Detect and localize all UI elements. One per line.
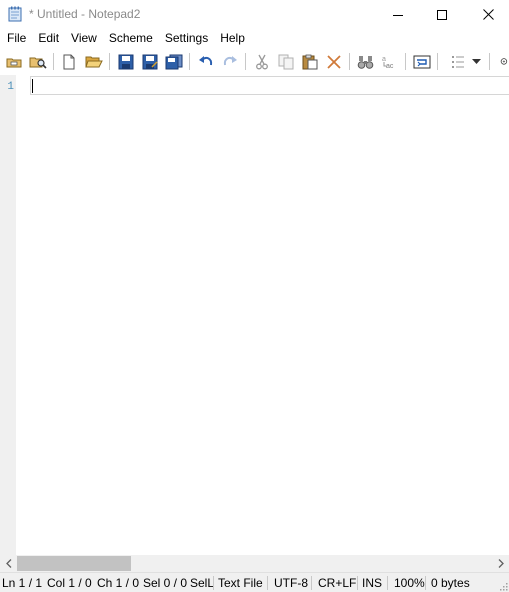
status-selection: Sel 0 / 0	[143, 576, 188, 590]
toolbar-separator	[53, 53, 54, 70]
status-selection-lines: SelL	[190, 576, 215, 590]
folder-browse-icon	[6, 58, 22, 68]
status-separator	[425, 576, 426, 590]
paste-icon	[302, 54, 318, 70]
status-char: Ch 1 / 0	[97, 576, 140, 590]
find-file-button[interactable]	[27, 51, 49, 73]
scroll-right-button[interactable]	[492, 555, 509, 572]
new-file-icon	[63, 54, 75, 70]
chevron-right-icon	[498, 559, 504, 568]
delete-button[interactable]	[323, 51, 345, 73]
binoculars-icon	[357, 56, 374, 69]
svg-text:ac: ac	[386, 63, 394, 70]
redo-button[interactable]	[219, 51, 241, 73]
status-separator	[267, 576, 268, 590]
copy-icon	[278, 54, 294, 70]
open-folder-icon	[85, 56, 103, 68]
replace-icon: a ac	[382, 56, 394, 70]
list-icon	[452, 56, 464, 68]
browse-button[interactable]	[3, 51, 25, 73]
notepad-icon	[8, 6, 22, 22]
cut-button[interactable]	[251, 51, 273, 73]
cut-icon	[256, 54, 268, 70]
resize-grip-icon[interactable]	[498, 581, 508, 591]
menu-help[interactable]: Help	[214, 29, 251, 48]
status-insert-mode[interactable]: INS	[362, 576, 382, 590]
undo-icon	[199, 56, 213, 66]
zoom-button[interactable]	[494, 51, 509, 73]
save-copy-icon	[165, 54, 183, 70]
status-bar: Ln 1 / 1 Col 1 / 0 Ch 1 / 0 Sel 0 / 0 Se…	[0, 572, 509, 592]
menu-edit[interactable]: Edit	[32, 29, 65, 48]
close-button[interactable]	[465, 0, 509, 29]
maximize-button[interactable]	[419, 0, 465, 29]
status-file-type[interactable]: Text File	[218, 576, 263, 590]
minimize-icon	[393, 14, 403, 16]
menu-file[interactable]: File	[0, 29, 32, 48]
line-number-gutter: 1	[0, 75, 16, 555]
save-icon	[118, 54, 134, 70]
toolbar-separator	[109, 53, 110, 70]
toolbar-separator	[405, 53, 406, 70]
paste-button[interactable]	[299, 51, 321, 73]
dropdown-button[interactable]	[469, 51, 483, 73]
maximize-icon	[437, 9, 447, 20]
status-separator	[311, 576, 312, 590]
open-button[interactable]	[83, 51, 105, 73]
toolbar: a ac	[0, 49, 509, 74]
save-as-icon	[142, 54, 158, 70]
scroll-left-button[interactable]	[0, 555, 17, 572]
save-button[interactable]	[115, 51, 137, 73]
view-options-button[interactable]	[447, 51, 469, 73]
window-title: * Untitled - Notepad2	[29, 7, 141, 21]
status-zoom[interactable]: 100%	[394, 576, 425, 590]
svg-text:a: a	[382, 56, 386, 63]
text-caret	[32, 79, 33, 93]
status-separator	[357, 576, 358, 590]
new-button[interactable]	[58, 51, 80, 73]
delete-icon	[327, 55, 341, 69]
status-encoding[interactable]: UTF-8	[274, 576, 308, 590]
notepad2-window: * Untitled - Notepad2 File Edit View Sch…	[0, 0, 509, 592]
chevron-left-icon	[5, 559, 11, 568]
minimize-button[interactable]	[375, 0, 421, 29]
status-column: Col 1 / 0	[47, 576, 92, 590]
close-icon	[482, 9, 494, 20]
status-line-endings[interactable]: CR+LF	[318, 576, 356, 590]
status-line: Ln 1 / 1	[2, 576, 43, 590]
copy-button[interactable]	[275, 51, 297, 73]
toolbar-separator	[245, 53, 246, 70]
save-as-button[interactable]	[139, 51, 161, 73]
status-separator	[387, 576, 388, 590]
undo-button[interactable]	[195, 51, 217, 73]
word-wrap-button[interactable]	[411, 51, 433, 73]
word-wrap-icon	[413, 55, 431, 69]
menu-settings[interactable]: Settings	[159, 29, 214, 48]
redo-icon	[223, 56, 237, 66]
find-file-icon	[29, 57, 47, 69]
status-file-size: 0 bytes	[431, 576, 470, 590]
toolbar-separator	[437, 53, 438, 70]
save-copy-button[interactable]	[163, 51, 185, 73]
editor-area[interactable]: 1	[0, 75, 509, 555]
menu-scheme[interactable]: Scheme	[103, 29, 159, 48]
chevron-down-icon	[471, 59, 481, 64]
replace-button[interactable]: a ac	[379, 51, 401, 73]
menu-view[interactable]: View	[65, 29, 103, 48]
menu-bar: File Edit View Scheme Settings Help	[0, 29, 509, 48]
title-bar: * Untitled - Notepad2	[0, 0, 509, 29]
horizontal-scrollbar[interactable]	[0, 555, 509, 572]
zoom-icon	[500, 58, 508, 65]
toolbar-separator	[189, 53, 190, 70]
line-number: 1	[7, 81, 14, 93]
toolbar-separator	[489, 53, 490, 70]
find-button[interactable]	[355, 51, 377, 73]
status-separator	[213, 576, 214, 590]
toolbar-separator	[349, 53, 350, 70]
scroll-thumb[interactable]	[17, 556, 131, 571]
current-line-highlight	[30, 76, 509, 95]
